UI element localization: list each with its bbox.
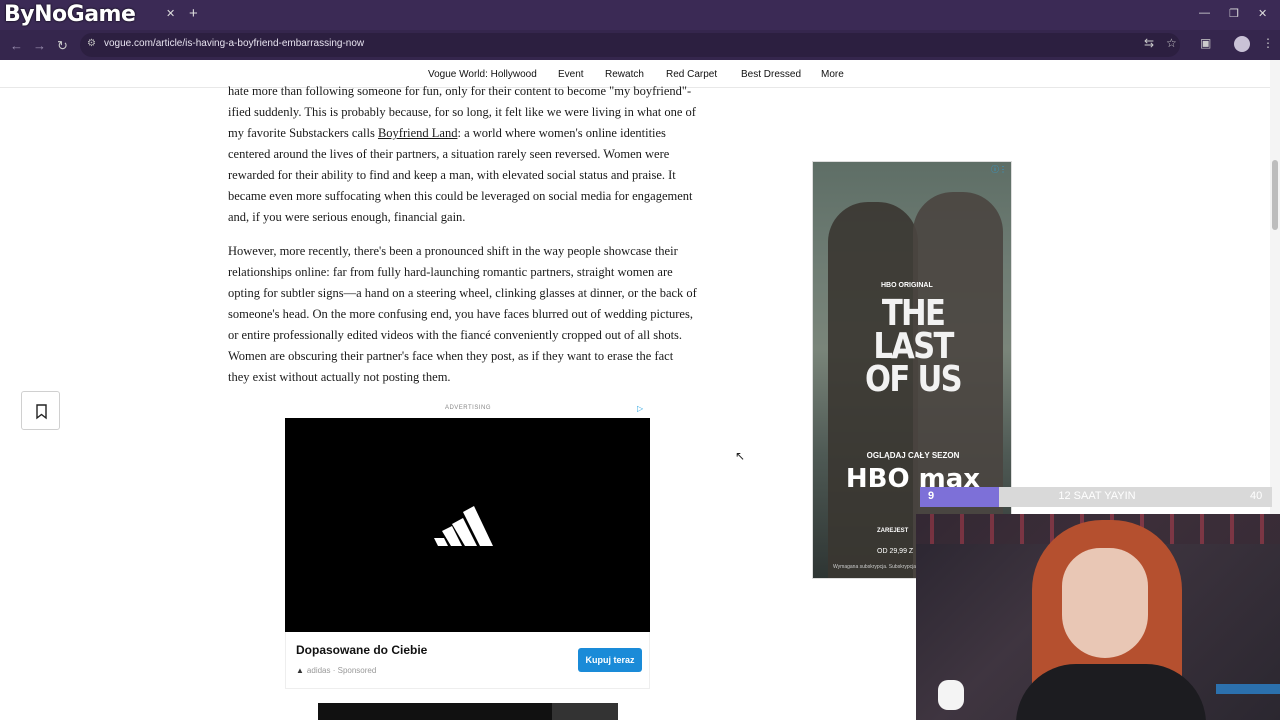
shop-now-button[interactable]: Kupuj teraz bbox=[578, 648, 642, 672]
back-icon[interactable]: ← bbox=[10, 38, 23, 53]
translate-icon[interactable]: ⇆ bbox=[1144, 36, 1154, 50]
poster-network: HBO ORIGINAL bbox=[881, 282, 933, 289]
ad-label: ADVERTISING bbox=[444, 405, 492, 411]
scroll-thumb[interactable] bbox=[1272, 160, 1278, 230]
adidas-small-icon: ▲ bbox=[296, 666, 304, 675]
restore-icon[interactable]: ❐ bbox=[1229, 7, 1239, 20]
poster-signup: ZAREJEST bbox=[877, 528, 909, 534]
url-text[interactable]: vogue.com/article/is-having-a-boyfriend-… bbox=[104, 38, 364, 49]
site-info-icon[interactable]: ⚙ bbox=[87, 38, 97, 49]
adidas-logo-icon bbox=[434, 506, 493, 546]
boyfriend-land-link[interactable]: Boyfriend Land bbox=[378, 126, 458, 140]
minimize-icon[interactable]: — bbox=[1199, 7, 1210, 19]
menu-icon[interactable]: ⋮ bbox=[1262, 36, 1274, 50]
article-paragraph-2: However, more recently, there's been a p… bbox=[228, 244, 697, 384]
goal-current: 9 bbox=[928, 490, 935, 502]
extensions-icon[interactable]: ▣ bbox=[1200, 36, 1211, 50]
browser-tab-bar: ByNoGame ✕ + — ❐ ✕ bbox=[0, 0, 1280, 30]
stream-logo: ByNoGame bbox=[4, 2, 136, 27]
cat-figure-icon bbox=[938, 680, 964, 710]
profile-avatar[interactable] bbox=[1234, 36, 1250, 52]
nav-best-dressed[interactable]: Best Dressed bbox=[741, 69, 801, 80]
poster-season: OGLĄDAJ CAŁY SEZON bbox=[866, 451, 960, 460]
nav-event[interactable]: Event bbox=[558, 69, 584, 80]
webcam-light bbox=[1216, 684, 1280, 694]
video-thumbnail bbox=[552, 703, 618, 720]
webcam-streamer-body bbox=[1016, 664, 1206, 720]
save-article-button[interactable] bbox=[21, 391, 60, 430]
nav-red-carpet[interactable]: Red Carpet bbox=[666, 69, 717, 80]
bookmark-star-icon[interactable]: ☆ bbox=[1166, 36, 1177, 50]
goal-label: 12 SAAT YAYIN bbox=[1058, 490, 1136, 502]
close-window-icon[interactable]: ✕ bbox=[1258, 7, 1267, 20]
new-tab-button[interactable]: + bbox=[189, 5, 198, 22]
ad-video[interactable] bbox=[285, 418, 650, 632]
forward-icon[interactable]: → bbox=[33, 38, 46, 53]
ad-headline: Dopasowane do Ciebie bbox=[296, 643, 428, 657]
mouse-cursor-icon: ↖ bbox=[735, 449, 746, 463]
nav-vogue-world[interactable]: Vogue World: Hollywood bbox=[428, 69, 537, 80]
goal-target: 40 bbox=[1250, 490, 1263, 502]
nav-more[interactable]: More bbox=[821, 69, 844, 80]
webcam-streamer-face bbox=[1062, 548, 1148, 658]
reload-icon[interactable]: ↻ bbox=[57, 38, 68, 54]
next-video-player[interactable] bbox=[318, 703, 618, 720]
poster-title: THE LAST OF US bbox=[865, 293, 963, 400]
article-paragraph-1: hate more than following someone for fun… bbox=[228, 84, 696, 224]
poster-price: OD 29,99 Z bbox=[877, 548, 914, 555]
ad-brand-line: ▲ adidas · Sponsored bbox=[296, 666, 377, 675]
streamer-webcam bbox=[916, 514, 1280, 720]
tab-close-icon[interactable]: ✕ bbox=[166, 7, 175, 20]
ad-info-icon[interactable]: ⓘ⋮ bbox=[991, 164, 1007, 175]
bookmark-icon bbox=[36, 404, 47, 420]
nav-rewatch[interactable]: Rewatch bbox=[605, 69, 644, 80]
ad-card[interactable]: Dopasowane do Ciebie ▲ adidas · Sponsored… bbox=[285, 632, 650, 689]
adchoices-icon[interactable]: ▷ bbox=[637, 404, 643, 413]
